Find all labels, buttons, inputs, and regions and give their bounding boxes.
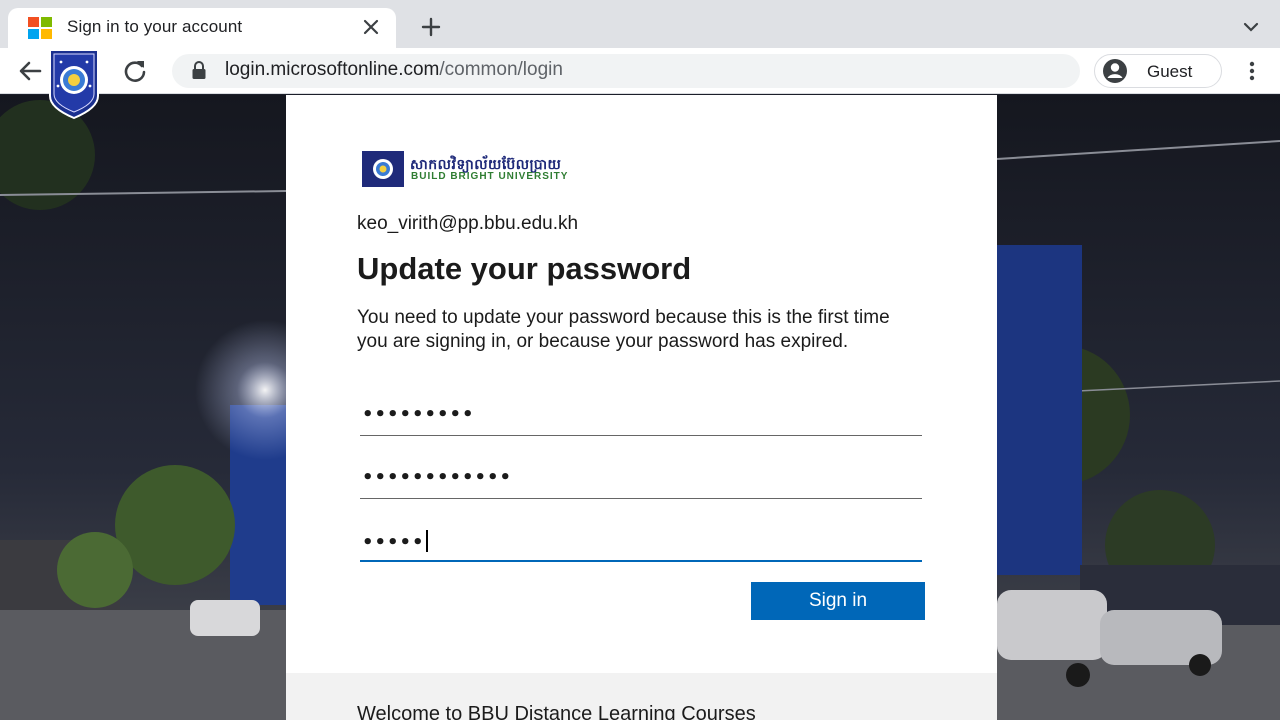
profile-avatar-icon (1103, 59, 1127, 83)
current-password-field[interactable]: ••••••••• (360, 400, 922, 436)
new-password-field[interactable]: •••••••••••• (360, 463, 922, 499)
text-caret (425, 530, 428, 552)
url-text[interactable]: login.microsoftonline.com/common/login (225, 59, 563, 81)
url-path: /common/login (439, 59, 563, 80)
sign-in-button[interactable]: Sign in (751, 582, 925, 620)
confirm-password-field[interactable]: ••••• (360, 526, 922, 562)
browser-tab[interactable]: Sign in to your account (8, 8, 396, 48)
more-menu-icon[interactable] (1240, 58, 1264, 84)
confirm-password-text: ••••• (362, 532, 425, 553)
tab-title: Sign in to your account (67, 17, 243, 36)
reload-icon[interactable] (120, 57, 150, 85)
new-password-value: •••••••••••• (362, 467, 513, 488)
chevron-down-icon[interactable] (1238, 14, 1264, 40)
current-password-value: ••••••••• (362, 404, 475, 425)
lock-icon[interactable] (190, 60, 208, 80)
url-host: login.microsoftonline.com (225, 59, 440, 80)
browser-toolbar: login.microsoftonline.com/common/login G… (0, 48, 1280, 94)
profile-label: Guest (1147, 62, 1193, 81)
update-password-description: You need to update your password because… (357, 307, 890, 352)
brand-name-latin: BUILD BRIGHT UNIVERSITY (411, 171, 569, 182)
confirm-password-value: ••••• (362, 530, 428, 553)
microsoft-logo-icon (28, 17, 52, 39)
page-title: Update your password (357, 251, 692, 286)
university-shield-logo (49, 49, 99, 120)
new-tab-icon[interactable] (418, 14, 444, 40)
account-identity: keo_virith@pp.bbu.edu.kh (357, 213, 579, 234)
close-tab-icon[interactable] (358, 14, 384, 40)
footer-welcome-text: Welcome to BBU Distance Learning Courses (357, 703, 756, 720)
back-arrow-icon[interactable] (16, 57, 46, 85)
signin-card: សាកលវិទ្យាល័យប៊ែលប្រាយ BUILD BRIGHT UNIV… (286, 95, 997, 720)
browser-tabstrip: Sign in to your account (0, 0, 1280, 48)
